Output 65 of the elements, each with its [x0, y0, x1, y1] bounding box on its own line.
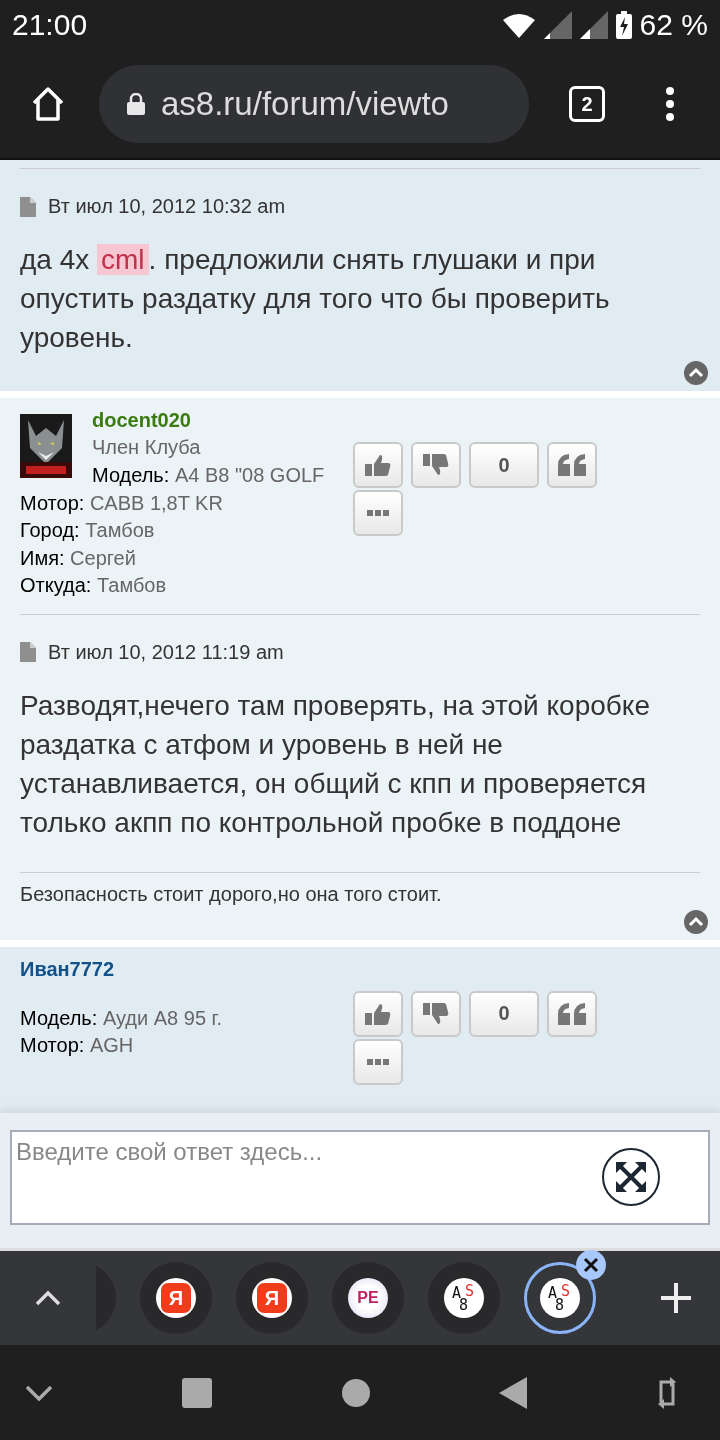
signal-icon [543, 11, 572, 39]
profile-field: Модель: A4 B8 "08 GOLF [92, 462, 325, 490]
post-text: Разводят,нечего там проверять, на этой коробке раздатка с атфом и уровень в ней не устанавливается, он общий с кпп и проверяется только акпп по контрольной пробке в поддоне [20, 688, 651, 840]
chevron-down-icon[interactable] [25, 1384, 53, 1401]
signature-text: Безопасность стоит дорого,но она того стоит. [20, 882, 443, 906]
favicon: Я [252, 1278, 292, 1318]
post-date: Вт июл 10, 2012 11:19 am [48, 640, 284, 664]
profile-field: Модель: Ауди A8 95 г. [20, 1004, 222, 1032]
lock-icon [127, 93, 145, 115]
post-text: да 4х cml. предложили снять глушаки и при опустить раздатку для того что бы проверить уровень. [20, 243, 611, 355]
user-rank: Член Клуба [92, 435, 202, 460]
close-tab-button[interactable] [576, 1250, 606, 1280]
battery-level: 62 % [639, 8, 708, 42]
reply-field[interactable]: Введите свой ответ здесь... [10, 1130, 710, 1225]
more-button[interactable] [353, 1038, 403, 1085]
profile-field: Город: Тамбов [20, 517, 155, 545]
like-button[interactable] [353, 990, 403, 1037]
dislike-button[interactable] [411, 990, 461, 1037]
chevron-up-icon[interactable] [35, 1290, 61, 1306]
more-icon [367, 510, 389, 516]
close-icon [583, 1257, 599, 1273]
quote-icon [558, 454, 586, 476]
favicon: Я [156, 1278, 196, 1318]
scroll-up-icon[interactable] [684, 361, 708, 385]
quote-button[interactable] [547, 442, 597, 488]
profile-field: Откуда: Тамбов [20, 572, 167, 600]
dislike-button[interactable] [411, 442, 461, 488]
wifi-icon [501, 12, 536, 38]
rotate-icon[interactable] [656, 1375, 678, 1410]
thumbs-down-icon [423, 453, 449, 477]
menu-icon[interactable] [665, 86, 675, 122]
thumbs-up-icon [365, 1001, 391, 1026]
home-button-icon[interactable] [340, 1377, 371, 1408]
thumbs-up-icon [365, 453, 391, 477]
tab-button[interactable]: PE [332, 1262, 404, 1334]
signal-icon [579, 11, 608, 39]
post-date: Вт июл 10, 2012 10:32 am [48, 195, 286, 218]
battery-icon [615, 11, 632, 39]
new-tab-icon[interactable] [660, 1282, 692, 1314]
favicon: PE [348, 1278, 388, 1318]
profile-field: Имя: Сергей [20, 544, 136, 572]
post-icon [20, 196, 36, 217]
back-icon[interactable] [499, 1376, 528, 1409]
scroll-up-icon[interactable] [684, 909, 708, 934]
like-button[interactable] [353, 442, 403, 488]
username-link[interactable]: docent020 [92, 408, 191, 432]
vote-count[interactable]: 0 [469, 442, 539, 488]
quote-icon [558, 1002, 586, 1025]
post-icon [20, 642, 36, 662]
thumbs-down-icon [423, 1001, 449, 1026]
tab-button[interactable]: Я [140, 1262, 212, 1334]
home-icon[interactable] [30, 86, 66, 122]
tab-button[interactable]: Я [236, 1262, 308, 1334]
address-bar[interactable]: as8.ru/forum/viewto [99, 65, 529, 143]
recents-icon[interactable] [181, 1377, 212, 1408]
username-link[interactable]: Иван7772 [20, 956, 115, 981]
more-button[interactable] [353, 490, 403, 536]
clock: 21:00 [12, 8, 88, 42]
profile-field: Мотор: AGH [20, 1032, 134, 1060]
profile-field: Мотор: CABB 1,8T KR [20, 489, 223, 517]
vote-count[interactable]: 0 [469, 990, 539, 1037]
tab-count-button[interactable]: 2 [569, 86, 605, 122]
expand-icon [616, 1162, 646, 1192]
quote-button[interactable] [547, 990, 597, 1037]
more-icon [367, 1058, 389, 1065]
